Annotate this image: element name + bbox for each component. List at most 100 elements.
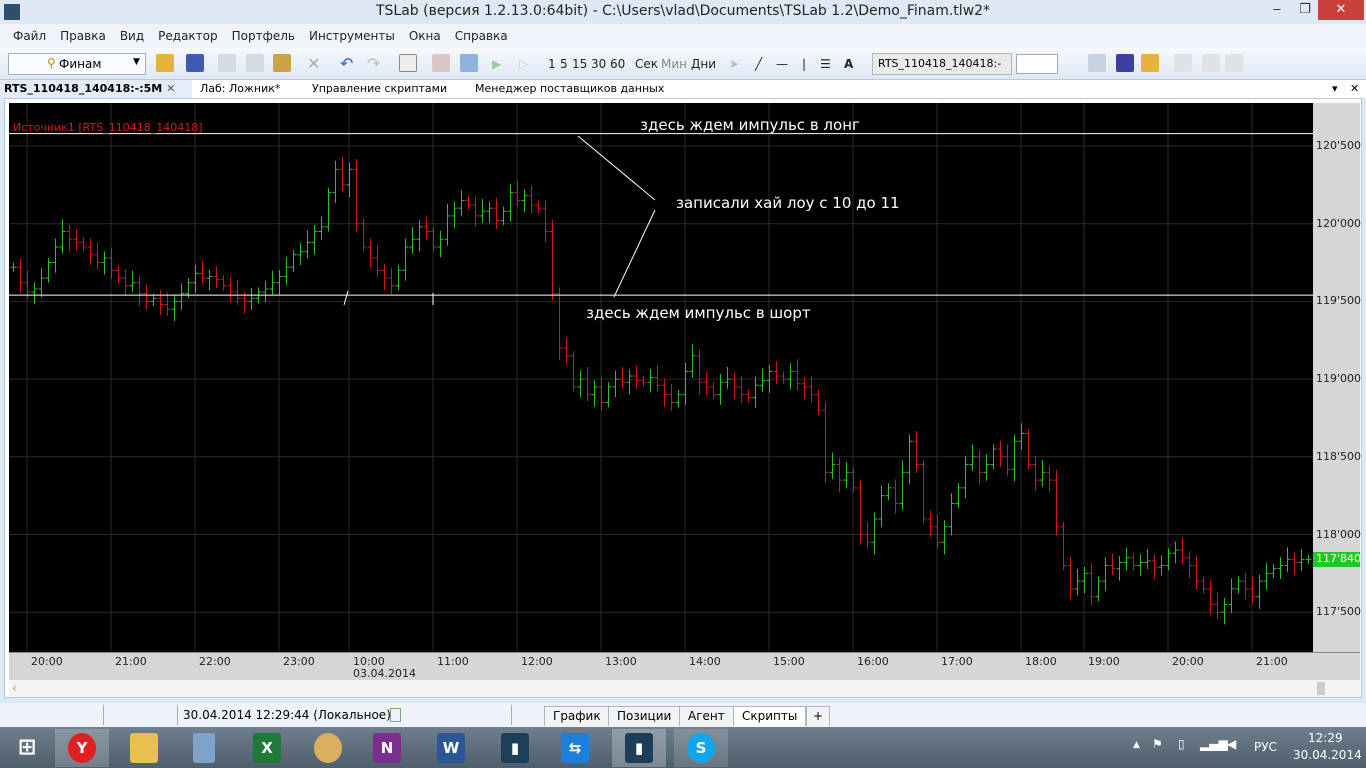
tab-lab[interactable]: Лаб: Ложник* xyxy=(200,82,280,95)
tray-flag-icon[interactable]: ⚑ xyxy=(1152,737,1163,751)
tab-label: RTS_110418_140418:-:5M xyxy=(4,82,163,95)
taskbar-calculator-icon[interactable] xyxy=(177,729,231,767)
tab-positions[interactable]: Позиции xyxy=(608,706,681,726)
hline-icon[interactable]: — xyxy=(776,54,788,74)
price-tick-label: 119'000 xyxy=(1316,372,1362,386)
time-tick-label: 22:00 xyxy=(199,655,231,668)
scroll-thumb[interactable] xyxy=(1317,682,1325,695)
save-icon[interactable] xyxy=(186,54,204,72)
menu-view[interactable]: Вид xyxy=(120,29,144,43)
price-tick-label: 120'000 xyxy=(1316,216,1362,230)
time-tick-label: 17:00 xyxy=(941,655,973,668)
tab-list-icon[interactable]: ▾ xyxy=(1332,82,1338,95)
tray-volume-icon[interactable]: ◀ xyxy=(1227,737,1236,751)
open-icon[interactable] xyxy=(156,54,174,72)
close-doc-icon[interactable]: ✕ xyxy=(1350,82,1359,95)
start-button[interactable]: ⊞ xyxy=(0,729,54,767)
menu-portfolio[interactable]: Портфель xyxy=(232,29,295,43)
taskbar-yandex-icon[interactable]: Y xyxy=(55,729,109,767)
layout-icon[interactable] xyxy=(1174,54,1192,72)
save-disabled-icon[interactable] xyxy=(1088,54,1106,72)
tray-battery-icon[interactable]: ▯ xyxy=(1178,737,1185,751)
tree-icon[interactable] xyxy=(460,54,478,72)
symbol-select[interactable]: RTS_110418_140418:- xyxy=(872,53,1012,75)
taskbar-explorer-icon[interactable] xyxy=(117,729,171,767)
taskbar-teamviewer-icon[interactable]: ⇆ xyxy=(548,729,602,767)
log-icon[interactable] xyxy=(390,708,401,722)
annotation-pointer-short xyxy=(613,209,656,298)
paste-icon[interactable] xyxy=(273,54,291,72)
time-tick-label: 19:00 xyxy=(1088,655,1120,668)
time-tick-label: 12:00 xyxy=(521,655,553,668)
layout3-icon[interactable] xyxy=(1225,54,1243,72)
taskbar-tslab-active-icon[interactable]: ▮ xyxy=(612,729,666,767)
play-icon[interactable]: ▶ xyxy=(492,54,501,74)
unit-sec[interactable]: Сек xyxy=(635,54,658,74)
time-scale[interactable]: 20:00 21:00 22:00 23:00 10:00 03.04.2014 11:00… xyxy=(9,652,1360,680)
vline-icon[interactable]: | xyxy=(802,54,806,74)
taskbar-onenote-icon[interactable]: N xyxy=(360,729,414,767)
step-icon[interactable]: ▷ xyxy=(519,54,528,74)
chart-canvas[interactable] xyxy=(9,103,1313,652)
interval-1[interactable]: 1 xyxy=(548,54,556,74)
tab-chart-rts[interactable]: RTS_110418_140418:-:5M ✕ xyxy=(0,80,192,98)
provider-select[interactable]: ⚲ Финам ▼ xyxy=(8,53,146,75)
interval-15[interactable]: 15 xyxy=(572,54,587,74)
tab-graph[interactable]: График xyxy=(544,706,610,726)
menu-edit[interactable]: Правка xyxy=(60,29,106,43)
chart-icon[interactable] xyxy=(432,54,450,72)
menu-windows[interactable]: Окна xyxy=(409,29,441,43)
menu-editor[interactable]: Редактор xyxy=(158,29,217,43)
tray-show-icon[interactable]: ▲ xyxy=(1133,740,1140,750)
redo-icon[interactable]: ↷ xyxy=(367,54,380,74)
horizontal-scrollbar[interactable]: ‹ xyxy=(9,680,1360,697)
tray-date[interactable]: 30.04.2014 xyxy=(1293,748,1362,762)
unit-min[interactable]: Мин xyxy=(661,54,687,74)
taskbar-skype-icon[interactable]: S xyxy=(674,729,728,767)
undo-icon[interactable]: ↶ xyxy=(340,54,353,74)
open-folder-icon[interactable] xyxy=(1141,54,1159,72)
tray-network-icon[interactable]: ▂▄▆ xyxy=(1200,737,1228,751)
tab-scripts[interactable]: Скрипты xyxy=(733,706,807,726)
time-tick-label: 23:00 xyxy=(283,655,315,668)
interval-30[interactable]: 30 xyxy=(591,54,606,74)
trendline-icon[interactable]: ╱ xyxy=(755,54,762,74)
interval-60[interactable]: 60 xyxy=(610,54,625,74)
menu-tools[interactable]: Инструменты xyxy=(309,29,395,43)
save-as-icon[interactable] xyxy=(1116,54,1134,72)
tab-data-providers[interactable]: Менеджер поставщиков данных xyxy=(475,82,664,95)
minimize-button[interactable]: ‒ xyxy=(1262,0,1292,20)
time-tick-label: 11:00 xyxy=(437,655,469,668)
tray-language[interactable]: РУС xyxy=(1254,740,1277,754)
menu-file[interactable]: Файл xyxy=(13,29,46,43)
color-select[interactable] xyxy=(1016,54,1058,74)
restore-button[interactable]: ❐ xyxy=(1290,0,1320,20)
close-tab-icon[interactable]: ✕ xyxy=(166,82,175,95)
close-button[interactable]: ✕ xyxy=(1318,0,1364,20)
taskbar-paint-icon[interactable] xyxy=(301,729,355,767)
delete-icon[interactable]: ✕ xyxy=(307,54,320,74)
add-tab-button[interactable]: + xyxy=(806,706,831,726)
unit-days[interactable]: Дни xyxy=(691,54,716,74)
interval-5[interactable]: 5 xyxy=(560,54,568,74)
layout2-icon[interactable] xyxy=(1202,54,1220,72)
document-tabs: RTS_110418_140418:-:5M ✕ Лаб: Ложник* Уп… xyxy=(0,80,1366,98)
tab-script-manager[interactable]: Управление скриптами xyxy=(312,82,447,95)
fibo-icon[interactable]: ☰ xyxy=(820,54,831,74)
taskbar-excel-icon[interactable]: X xyxy=(240,729,294,767)
taskbar-word-icon[interactable]: W xyxy=(424,729,478,767)
price-chart[interactable]: Источник1 [RTS_110418_140418] здесь ждем… xyxy=(9,103,1313,652)
time-tick-label: 21:00 xyxy=(1256,655,1288,668)
scroll-left-icon[interactable]: ‹ xyxy=(12,681,17,695)
text-icon[interactable]: A xyxy=(844,54,853,74)
properties-icon[interactable] xyxy=(399,54,417,72)
tab-agent[interactable]: Агент xyxy=(679,706,734,726)
time-tick-label: 21:00 xyxy=(115,655,147,668)
tray-time[interactable]: 12:29 xyxy=(1308,731,1343,745)
price-scale[interactable]: 120'500 120'000 119'500 119'000 118'500 118'0… xyxy=(1313,103,1362,652)
cursor-icon[interactable]: ➤ xyxy=(729,54,739,74)
cut-icon[interactable] xyxy=(246,54,264,72)
taskbar-tslab-icon[interactable]: ▮ xyxy=(488,729,542,767)
menu-help[interactable]: Справка xyxy=(455,29,508,43)
copy-icon[interactable] xyxy=(218,54,236,72)
